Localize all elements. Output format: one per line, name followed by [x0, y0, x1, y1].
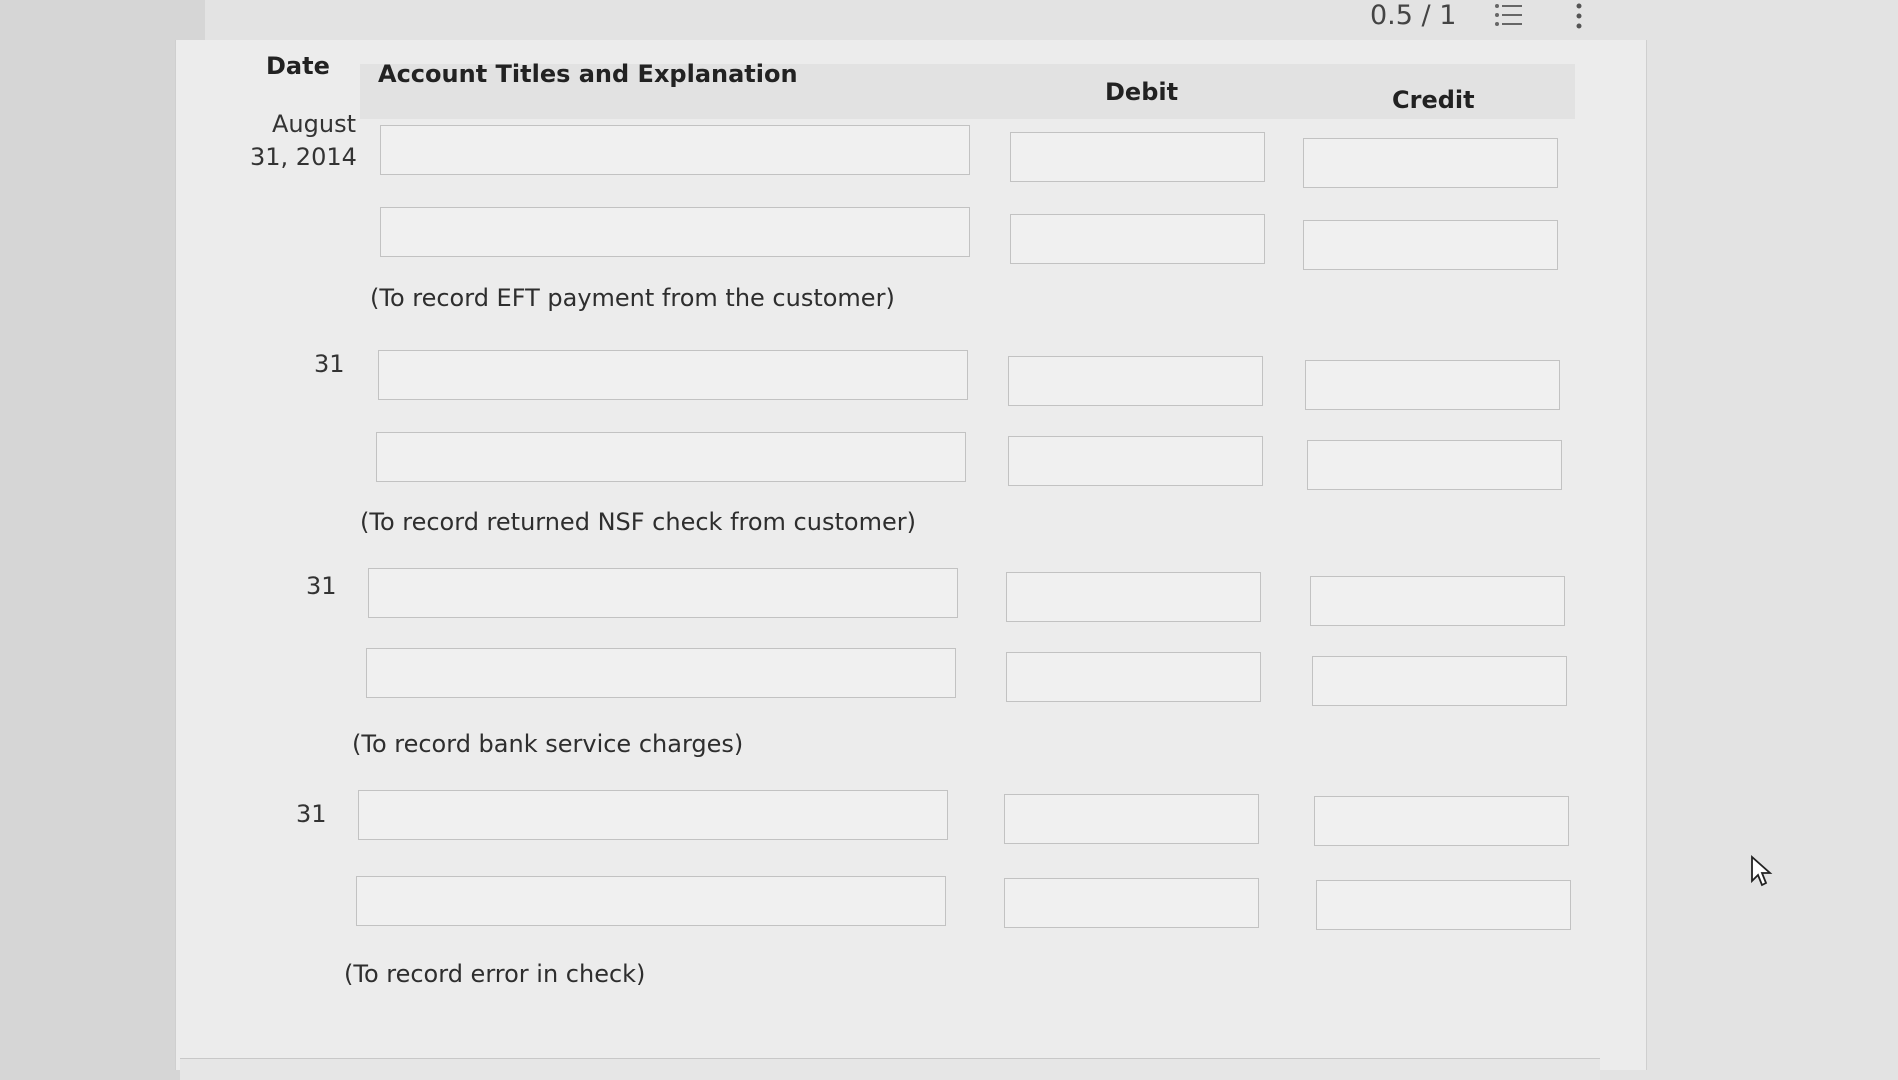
vertical-dots-icon[interactable]: [1572, 2, 1586, 30]
account-title-input[interactable]: [378, 350, 968, 400]
account-title-input[interactable]: [356, 876, 946, 926]
credit-input[interactable]: [1310, 576, 1565, 626]
debit-input[interactable]: [1006, 652, 1261, 702]
account-title-input[interactable]: [380, 207, 970, 257]
credit-input[interactable]: [1305, 360, 1560, 410]
mouse-pointer-icon: [1750, 854, 1774, 887]
debit-input[interactable]: [1008, 436, 1263, 486]
entry-explanation: (To record returned NSF check from custo…: [360, 508, 916, 536]
header-date: Date: [266, 52, 330, 80]
credit-input[interactable]: [1312, 656, 1567, 706]
account-title-input[interactable]: [366, 648, 956, 698]
entry-date-day: 31: [296, 800, 327, 828]
entry-explanation: (To record bank service charges): [352, 730, 744, 758]
entry-explanation: (To record error in check): [344, 960, 646, 988]
credit-input[interactable]: [1307, 440, 1562, 490]
score-display: 0.5 / 1: [1370, 0, 1457, 31]
debit-input[interactable]: [1004, 794, 1259, 844]
debit-input[interactable]: [1008, 356, 1263, 406]
header-account-titles: Account Titles and Explanation: [378, 60, 798, 88]
entry-date-day-year: 31, 2014: [250, 143, 357, 171]
debit-input[interactable]: [1004, 878, 1259, 928]
account-title-input[interactable]: [368, 568, 958, 618]
credit-input[interactable]: [1303, 220, 1558, 270]
list-icon[interactable]: [1494, 2, 1524, 28]
bottom-divider: [180, 1058, 1600, 1080]
credit-input[interactable]: [1303, 138, 1558, 188]
entry-date-day: 31: [306, 572, 337, 600]
debit-input[interactable]: [1006, 572, 1261, 622]
header-debit: Debit: [1105, 78, 1179, 106]
credit-input[interactable]: [1316, 880, 1571, 930]
entry-explanation: (To record EFT payment from the customer…: [370, 284, 895, 312]
entry-date-day: 31: [314, 350, 345, 378]
debit-input[interactable]: [1010, 214, 1265, 264]
account-title-input[interactable]: [380, 125, 970, 175]
account-title-input[interactable]: [376, 432, 966, 482]
debit-input[interactable]: [1010, 132, 1265, 182]
entry-date-month: August: [272, 110, 356, 138]
account-title-input[interactable]: [358, 790, 948, 840]
journal-entry-page: 0.5 / 1 Date Account Titles and Explanat…: [0, 0, 1898, 1080]
header-credit: Credit: [1392, 86, 1475, 114]
credit-input[interactable]: [1314, 796, 1569, 846]
